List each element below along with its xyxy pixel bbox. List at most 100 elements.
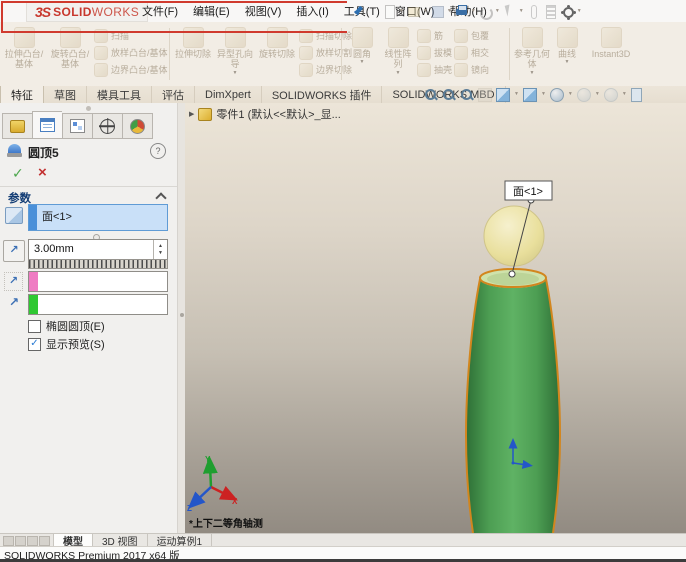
dropdown-caret-icon[interactable]: ▼ [396, 70, 401, 76]
menu-insert[interactable]: 插入(I) [296, 3, 328, 19]
intersect-button[interactable]: 相交 [454, 45, 489, 60]
show-preview-checkbox[interactable]: ✓ [28, 337, 41, 351]
tree-expand-arrow-icon[interactable]: ▶ [189, 110, 194, 118]
display-style-icon[interactable] [522, 87, 537, 102]
tab-mold-tools[interactable]: 模具工具 [87, 86, 152, 103]
ok-button[interactable]: ✓ [12, 165, 24, 182]
menu-view[interactable]: 视图(V) [245, 3, 282, 19]
button-label: 拉伸凸台/基体 [4, 49, 44, 70]
revolve-cut-button[interactable]: 旋转切除 [257, 25, 297, 59]
zoom-fit-icon[interactable] [424, 88, 438, 102]
dropdown-caret-icon[interactable]: ▼ [568, 92, 573, 97]
mirror-button[interactable]: 镜向 [454, 62, 489, 77]
print-dropdown-caret-icon[interactable]: ▼ [471, 8, 476, 14]
linear-pattern-button[interactable]: 线性阵列 ▼ [381, 25, 415, 76]
help-icon[interactable]: ? [150, 143, 166, 159]
collapse-chevron-icon[interactable] [155, 192, 167, 204]
reference-geometry-button[interactable]: 参考几何体 ▼ [513, 25, 551, 76]
face-callout[interactable]: 面<1> [504, 180, 553, 201]
print-icon[interactable] [454, 4, 469, 19]
curves-button[interactable]: 曲线 ▼ [553, 25, 581, 65]
select-icon[interactable] [502, 4, 517, 19]
tab-nav-first[interactable] [3, 535, 14, 546]
dropdown-caret-icon[interactable]: ▼ [622, 92, 627, 97]
dropdown-caret-icon[interactable]: ▼ [541, 92, 546, 97]
fillet-button[interactable]: 圆角 ▼ [345, 25, 379, 65]
reverse-direction-box[interactable] [28, 271, 168, 292]
apply-scene-icon[interactable] [603, 87, 618, 102]
view-orientation-icon[interactable] [496, 87, 510, 102]
distance-spinner[interactable]: ▲ ▼ [153, 240, 167, 259]
direction-reference-box[interactable] [28, 294, 168, 315]
options-dropdown-caret-icon[interactable]: ▼ [577, 8, 582, 14]
new-dropdown-caret-icon[interactable]: ▼ [399, 8, 404, 14]
sweep-button[interactable]: 扫描 [94, 28, 168, 43]
hide-show-items-icon[interactable] [549, 87, 564, 102]
panel-resize-handle[interactable] [86, 106, 91, 111]
face-selection-box[interactable]: 面<1> [28, 204, 168, 231]
bottle-body[interactable] [464, 278, 562, 533]
open-dropdown-caret-icon[interactable]: ▼ [423, 8, 428, 14]
distance-thumbwheel[interactable] [28, 259, 168, 269]
edit-appearance-icon[interactable] [576, 87, 591, 102]
menu-edit[interactable]: 编辑(E) [193, 3, 230, 19]
viewport-feature-tree[interactable]: ▶ 零件1 (默认<<默认>_显... [189, 106, 341, 122]
dropdown-caret-icon[interactable]: ▼ [530, 70, 535, 76]
save-icon[interactable] [430, 4, 445, 19]
menu-file[interactable]: 文件(F) [142, 3, 178, 19]
tab-sw-addins[interactable]: SOLIDWORKS 插件 [262, 86, 383, 103]
select-dropdown-caret-icon[interactable]: ▼ [519, 8, 524, 14]
shell-button[interactable]: 抽壳 [417, 62, 452, 77]
spin-down-icon[interactable]: ▼ [158, 250, 163, 257]
instant3d-button[interactable]: Instant3D [583, 25, 639, 59]
tab-nav-next[interactable] [27, 535, 38, 546]
tab-evaluate[interactable]: 评估 [152, 86, 195, 103]
previous-view-icon[interactable] [460, 88, 474, 102]
dropdown-caret-icon[interactable]: ▼ [595, 92, 600, 97]
undo-icon[interactable] [478, 4, 493, 20]
tab-nav-last[interactable] [39, 535, 50, 546]
boundary-boss-icon [94, 62, 108, 77]
revolve-boss-button[interactable]: 旋转凸台/基体 [48, 25, 92, 70]
cancel-button[interactable]: × [38, 164, 47, 181]
save-dropdown-caret-icon[interactable]: ▼ [447, 8, 452, 14]
wrap-button[interactable]: 包覆 [454, 28, 489, 43]
rebuild-icon[interactable] [526, 4, 541, 19]
draft-button[interactable]: 拔模 [417, 45, 452, 60]
pin-menubar-icon[interactable] [352, 5, 364, 17]
tab-configurationmanager[interactable] [62, 113, 92, 139]
tab-displaymanager[interactable] [122, 113, 153, 139]
tab-propertymanager[interactable] [32, 111, 62, 139]
new-document-icon[interactable] [382, 4, 397, 19]
direction-reference-icon[interactable]: ↗ [6, 295, 22, 311]
section-view-icon[interactable] [478, 87, 492, 102]
rib-button[interactable]: 筋 [417, 28, 452, 43]
tab-features[interactable]: 特征 [0, 86, 44, 103]
loft-button[interactable]: 放样凸台/基体 [94, 45, 168, 60]
extrude-cut-button[interactable]: 拉伸切除 [173, 25, 213, 59]
tab-dimxpertmanager[interactable] [92, 113, 122, 139]
dropdown-caret-icon[interactable]: ▼ [233, 70, 238, 76]
tab-sketch[interactable]: 草图 [44, 86, 87, 103]
main-area: 圆顶5 ? ✓ × 参数 面<1> ↗ 3.00mm ▲ ▼ ↗ ↗ 椭圆圆顶(… [0, 103, 686, 533]
extrude-boss-button[interactable]: 拉伸凸台/基体 [2, 25, 46, 70]
zoom-area-icon[interactable] [442, 88, 456, 102]
tab-featuremanager[interactable] [2, 113, 32, 139]
distance-input[interactable]: 3.00mm ▲ ▼ [28, 239, 168, 260]
undo-dropdown-caret-icon[interactable]: ▼ [495, 8, 500, 14]
file-properties-icon[interactable] [543, 4, 558, 19]
elliptical-dome-checkbox[interactable] [28, 319, 41, 333]
reverse-direction-icon[interactable]: ↗ [4, 272, 23, 291]
dropdown-caret-icon[interactable]: ▼ [565, 60, 570, 65]
tab-nav-prev[interactable] [15, 535, 26, 546]
dropdown-caret-icon[interactable]: ▼ [360, 60, 365, 65]
open-document-icon[interactable] [406, 4, 421, 19]
options-gear-icon[interactable] [560, 4, 575, 19]
property-form-icon [40, 118, 55, 132]
dropdown-caret-icon[interactable]: ▼ [514, 92, 519, 97]
tab-dimxpert[interactable]: DimXpert [195, 86, 262, 103]
hole-wizard-button[interactable]: 异型孔向导 ▼ [215, 25, 255, 76]
graphics-viewport[interactable]: 面<1> Y X Z ▶ 零件1 (默认<<默认>_显... *上下二等角轴测 [185, 103, 686, 533]
view-settings-icon[interactable] [630, 87, 642, 102]
boundary-boss-button[interactable]: 边界凸台/基体 [94, 62, 168, 77]
